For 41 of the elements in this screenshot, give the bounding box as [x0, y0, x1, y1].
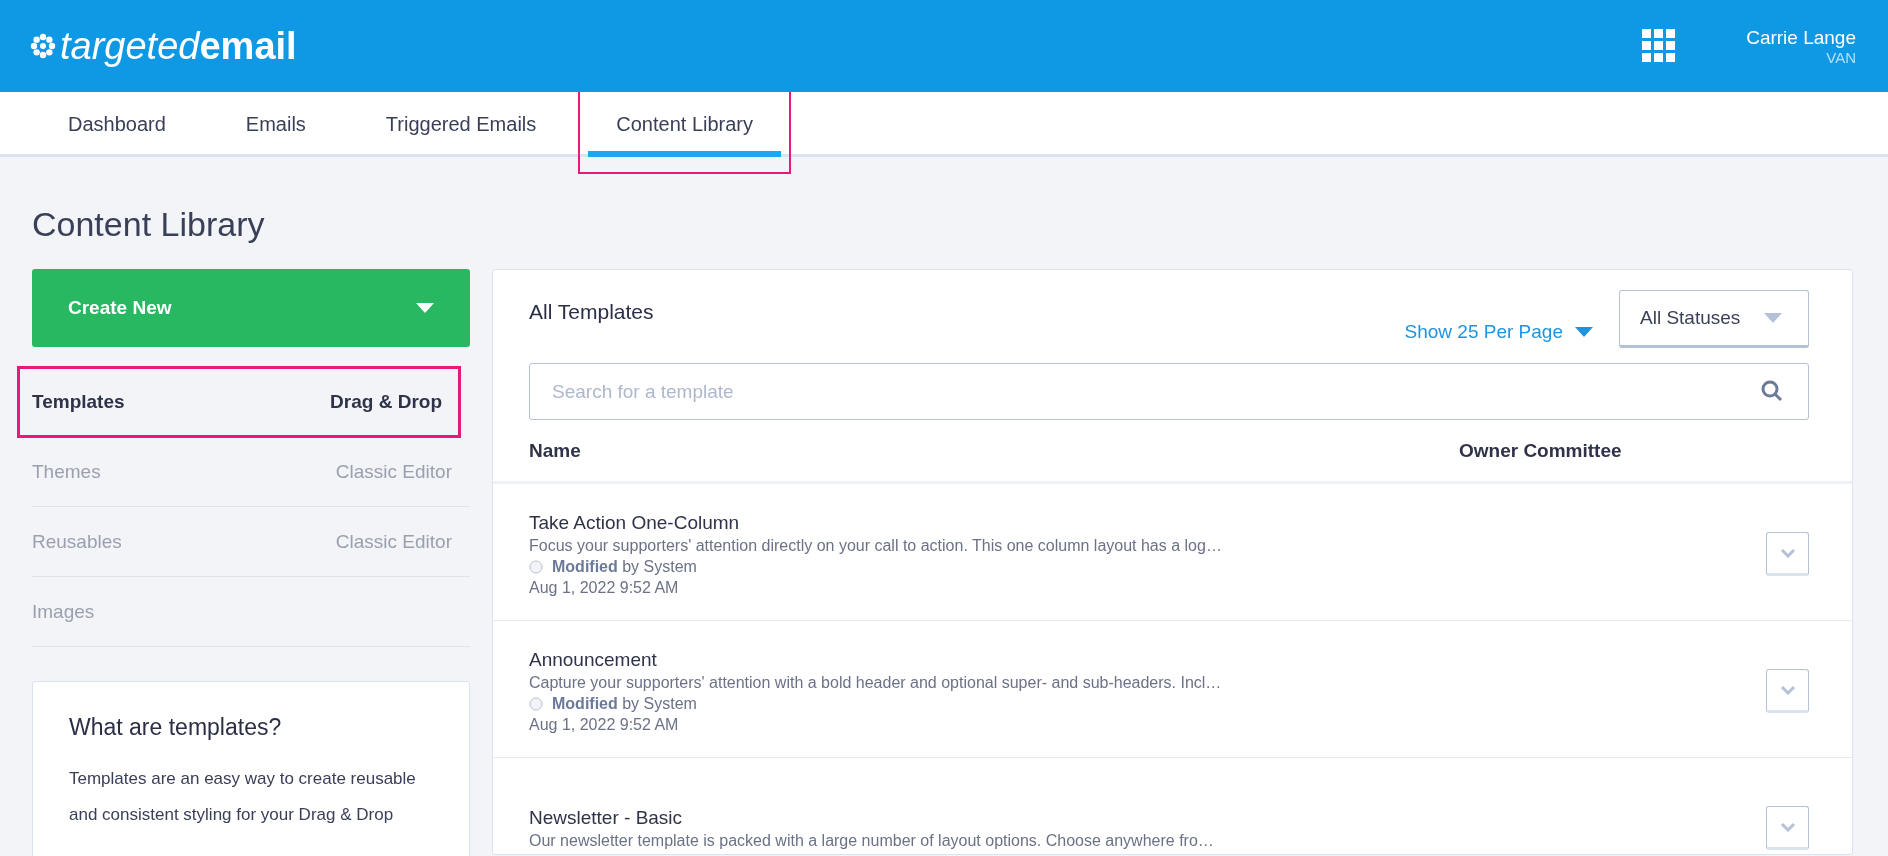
user-organization: VAN [1826, 48, 1856, 66]
editor-type-label: Classic Editor [335, 460, 452, 483]
modified-date: Aug 1, 2022 9:52 AM [529, 578, 680, 597]
caret-icon [1575, 326, 1593, 337]
modified-by-text: Modified by System [552, 694, 697, 713]
circle-icon [529, 696, 543, 711]
search-field[interactable]: Search for a template [529, 363, 1809, 420]
status-dropdown[interactable]: All Statuses [1619, 290, 1809, 348]
row-menu-button[interactable] [1766, 532, 1809, 576]
nav-tab[interactable]: Content Library [588, 92, 782, 157]
circle-icon [529, 559, 543, 574]
caret-icon [1764, 313, 1782, 323]
search-icon[interactable] [1761, 380, 1783, 402]
page-title: Content Library [32, 204, 266, 245]
template-name[interactable]: Announcement [529, 648, 1766, 671]
chevron-down-icon [1779, 685, 1796, 695]
editor-type-label: Classic Editor [335, 530, 452, 553]
modified-date: Aug 1, 2022 9:52 AM [529, 715, 680, 734]
caret-icon [416, 303, 434, 313]
column-header: Name [529, 439, 582, 462]
help-card-title: What are templates? [69, 714, 283, 741]
row-menu-button[interactable] [1766, 806, 1809, 850]
column-header: Owner Committee [1459, 439, 1622, 462]
flower-dots-icon [30, 33, 56, 59]
template-name[interactable]: Newsletter - Basic [529, 806, 1766, 829]
chevron-down-icon [1779, 548, 1796, 558]
template-description: Capture your supporters' attention with a bold header and optional super- and sub-headers. Incl… [529, 673, 1223, 692]
template-description: Focus your supporters' attention directly on your call to action. This one column layout has a log… [529, 536, 1223, 555]
sidebar-item[interactable]: Templates [32, 390, 125, 413]
nav-tab[interactable]: Triggered Emails [357, 92, 565, 157]
help-card-text: Templates are an easy way to create reusable and consistent styling for your Drag & Drop [69, 768, 417, 826]
nav-tab[interactable]: Emails [217, 92, 334, 157]
template-description: Our newsletter template is packed with a large number of layout options. Choose anywhere fro… [529, 831, 1215, 850]
app-grid-icon[interactable] [1642, 29, 1677, 63]
editor-type-label: Drag & Drop [330, 390, 442, 413]
panel-title: All Templates [529, 299, 655, 324]
modified-by-text: Modified by System [552, 557, 697, 576]
template-name[interactable]: Take Action One-Column [529, 511, 1766, 534]
nav-tab[interactable]: Dashboard [40, 92, 194, 157]
chevron-down-icon [1779, 822, 1796, 832]
row-menu-button[interactable] [1766, 669, 1809, 713]
